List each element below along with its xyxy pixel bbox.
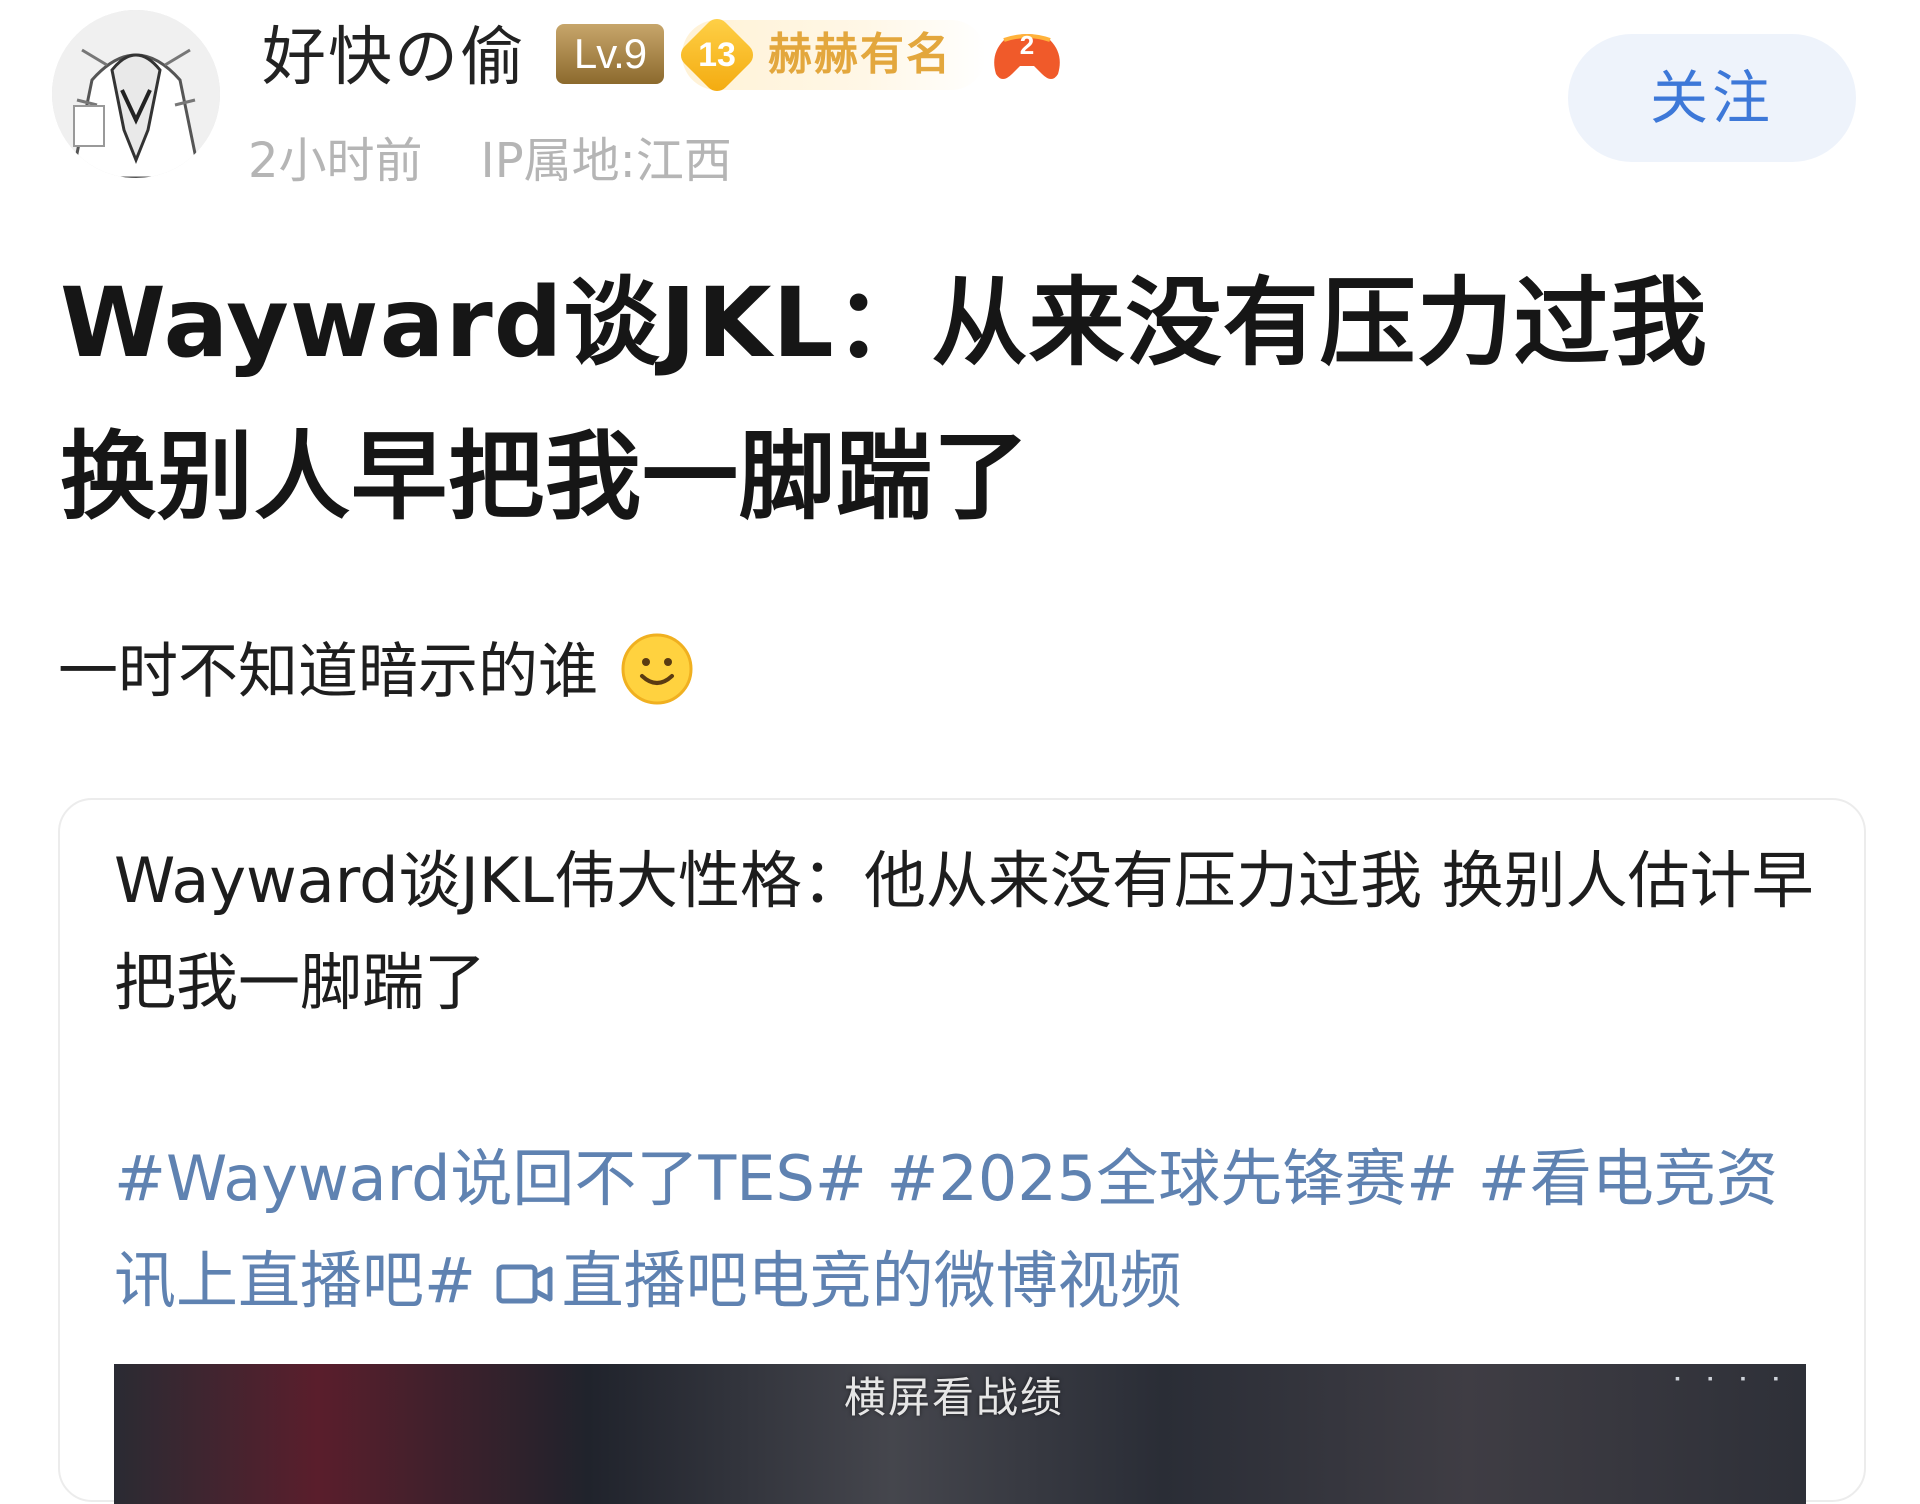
fan-badge-number: 13 xyxy=(698,36,736,74)
video-overlay-text: 横屏看战绩 xyxy=(844,1373,1065,1422)
author-name[interactable]: 好快の偷 xyxy=(262,18,526,98)
video-link-icon xyxy=(496,1262,554,1306)
video-hud-decoration: ▪ ▪ ▪ ▪ xyxy=(1673,1372,1788,1388)
post-time: 2小时前 xyxy=(248,133,423,189)
follow-button[interactable]: 关注 xyxy=(1568,34,1856,162)
fan-badge[interactable]: 13 赫赫有名 xyxy=(675,13,986,97)
repost-tags: #Wayward说回不了TES# #2025全球先锋赛# #看电竞资讯上直播吧#… xyxy=(114,1128,1834,1332)
video-link-label: 直播吧电竞的微博视频 xyxy=(561,1244,1182,1317)
level-badge: Lv.9 xyxy=(556,24,664,84)
post-meta: 2小时前 IP属地:江西 xyxy=(248,126,732,196)
smile-emoji-icon xyxy=(620,632,694,706)
video-link[interactable]: 直播吧电竞的微博视频 xyxy=(496,1244,1182,1317)
fan-badge-title: 赫赫有名 xyxy=(768,29,952,80)
gamepad-badge-number: 2 xyxy=(1019,30,1035,60)
avatar[interactable] xyxy=(52,10,220,178)
post-title[interactable]: Wayward谈JKL：从来没有压力过我 换别人早把我一脚踹了 xyxy=(60,246,1780,554)
repost-card[interactable]: Wayward谈JKL伟大性格：他从来没有压力过我 换别人估计早把我一脚踹了 #… xyxy=(58,798,1866,1504)
ip-location: IP属地:江西 xyxy=(480,133,732,189)
repost-text: Wayward谈JKL伟大性格：他从来没有压力过我 换别人估计早把我一脚踹了 xyxy=(114,844,1814,1019)
video-thumbnail[interactable]: 横屏看战绩 ▪ ▪ ▪ ▪ xyxy=(114,1364,1806,1504)
post-title-line: 换别人早把我一脚踹了 xyxy=(60,421,1030,533)
post-body: 一时不知道暗示的谁 xyxy=(58,630,694,714)
post-title-line: Wayward谈JKL：从来没有压力过我 xyxy=(60,267,1708,379)
post-body-text: 一时不知道暗示的谁 xyxy=(58,637,598,707)
gamepad-badge: 2 xyxy=(990,24,1064,86)
